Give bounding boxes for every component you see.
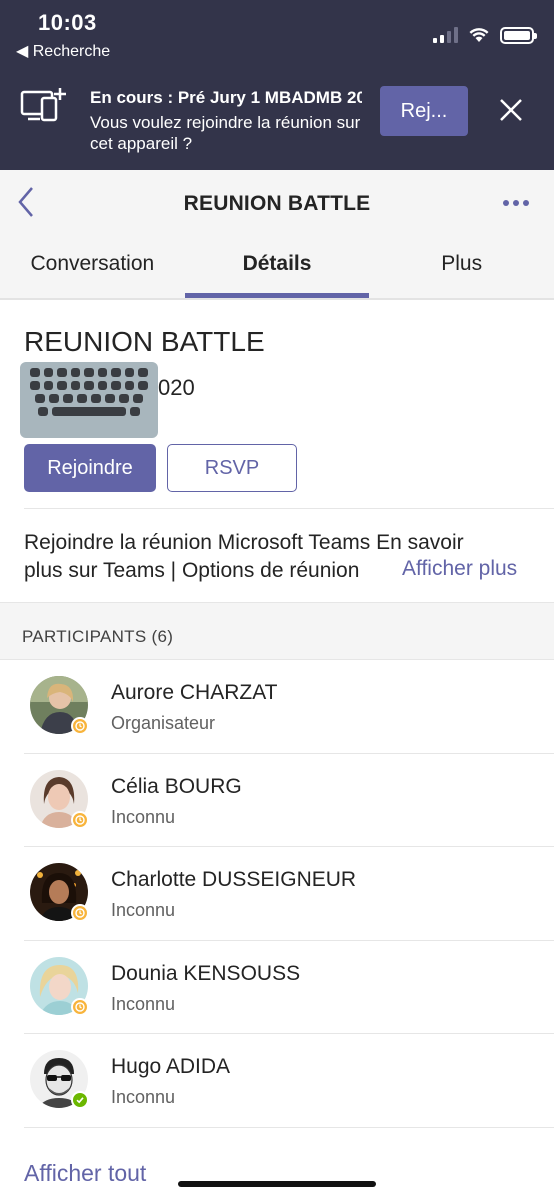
participant-row[interactable]: Célia BOURG Inconnu [0,754,554,848]
join-button[interactable]: Rejoindre [24,444,156,492]
tab-more[interactable]: Plus [369,242,554,298]
rsvp-button[interactable]: RSVP [167,444,297,492]
meeting-title: REUNION BATTLE [24,326,265,357]
participant-role: Inconnu [111,900,176,920]
participant-row[interactable]: Dounia KENSOUSS Inconnu [0,941,554,1035]
participant-name: Dounia KENSOUSS [111,961,301,985]
status-icons [433,24,537,46]
close-icon[interactable] [496,95,526,125]
participants-section-header: PARTICIPANTS (6) [0,602,554,660]
page-title: REUNION BATTLE [183,192,371,215]
wifi-icon [469,28,489,42]
status-away-icon [71,810,89,829]
device-transfer-icon [20,88,66,122]
home-indicator[interactable] [178,1181,376,1187]
battery-icon [500,26,537,44]
tab-details[interactable]: Détails [184,242,370,298]
participant-row[interactable]: Aurore CHARZAT Organisateur [0,660,554,754]
status-time: 10:03 [38,10,97,35]
banner-join-button[interactable]: Rej... [380,86,468,136]
participants-list: Aurore CHARZAT Organisateur Célia BOURG … [0,660,554,1128]
participant-name: Aurore CHARZAT [111,681,278,704]
banner-title: En cours : Pré Jury 1 MBADMB 2020 [90,88,362,107]
participant-row[interactable]: Hugo ADIDA Inconnu [0,1034,554,1128]
tab-bar: Conversation Détails Plus [0,242,554,298]
meeting-date: 020 [158,375,195,400]
status-away-icon [71,717,89,735]
top-bar: 10:03 ◀ Recherche En cours : Pré Jury 1 … [0,0,554,170]
keyboard-icon [20,362,158,438]
back-to-app-link[interactable]: ◀ Recherche [16,41,110,61]
tab-conversation[interactable]: Conversation [0,242,185,298]
signal-icon [433,27,458,43]
meeting-description-line1: Rejoindre la réunion Microsoft Teams En … [24,531,464,554]
show-all-link[interactable]: Afficher tout [24,1160,146,1187]
banner-subtitle: Vous voulez rejoindre la réunion sur cet… [90,113,361,153]
more-icon[interactable] [502,198,530,208]
status-available-icon [71,1091,89,1109]
participant-name: Célia BOURG [111,774,242,798]
participant-name: Charlotte DUSSEIGNEUR [111,868,357,891]
meeting-description-line2: plus sur Teams | Options de réunion [24,559,360,582]
status-away-icon [71,904,89,922]
participant-name: Hugo ADIDA [111,1055,231,1078]
participants-count-label: PARTICIPANTS (6) [22,627,174,646]
show-more-link[interactable]: Afficher plus [402,557,517,581]
participant-row[interactable]: Charlotte DUSSEIGNEUR Inconnu [0,847,554,941]
participant-role: Inconnu [111,1087,176,1107]
divider [24,508,554,509]
meeting-header: REUNION BATTLE Conversation Détails Plus [0,170,554,300]
status-away-icon [71,997,89,1016]
participant-role: Inconnu [111,993,176,1014]
participant-role: Inconnu [111,806,176,827]
participant-role: Organisateur [111,713,216,733]
